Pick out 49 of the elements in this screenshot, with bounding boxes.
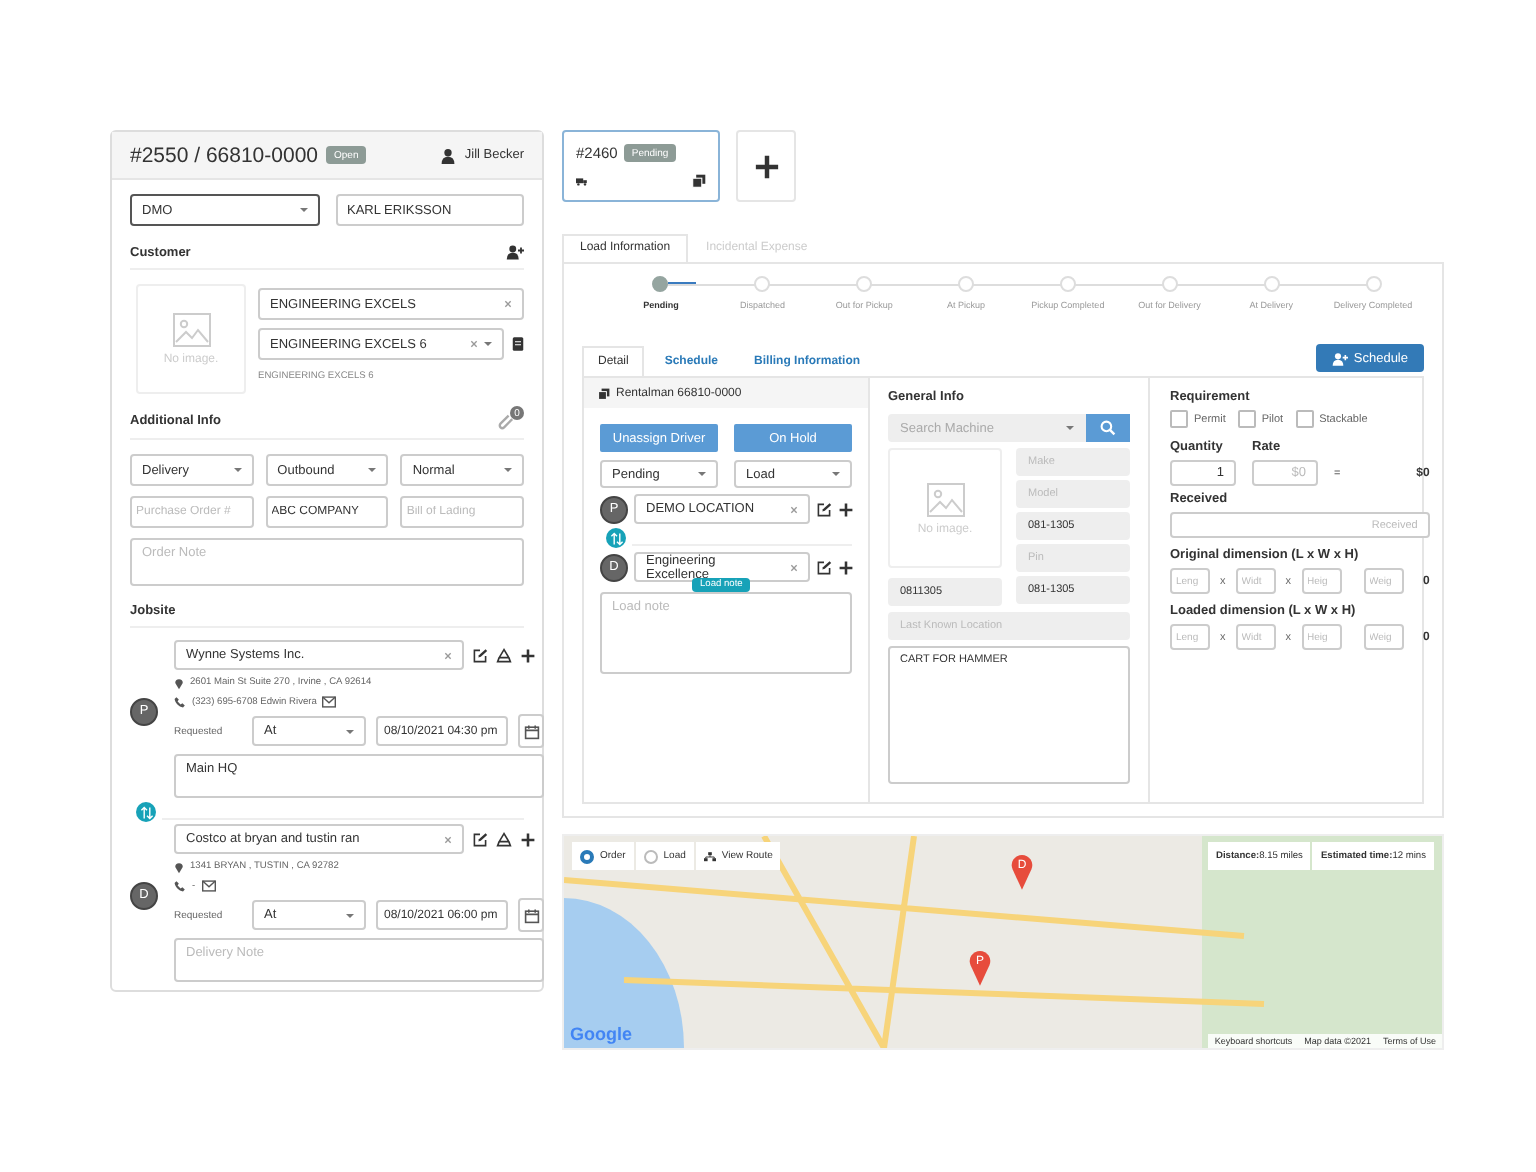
clear-icon[interactable] <box>790 505 798 513</box>
radio-button[interactable] <box>580 849 594 863</box>
document-icon[interactable] <box>512 336 524 352</box>
copy-icon[interactable] <box>692 174 706 188</box>
order-number: #2550 / 66810-0000 <box>130 143 319 167</box>
phone-icon <box>174 696 186 708</box>
map-pin-icon <box>174 860 184 874</box>
user-icon <box>440 147 457 163</box>
clear-icon[interactable] <box>504 300 512 308</box>
envelope-icon[interactable] <box>201 880 216 892</box>
edit-icon[interactable] <box>816 559 832 575</box>
clear-icon[interactable] <box>444 835 452 843</box>
edit-icon[interactable] <box>472 831 488 847</box>
plus-icon[interactable] <box>520 831 536 847</box>
radio-button[interactable] <box>643 849 658 863</box>
clear-icon[interactable] <box>444 651 452 659</box>
progress-line <box>668 282 697 284</box>
edit-icon[interactable] <box>472 647 488 663</box>
image-icon <box>925 481 965 517</box>
add-load-button[interactable] <box>736 130 796 202</box>
edit-icon[interactable] <box>816 501 832 517</box>
calendar-icon <box>523 907 539 923</box>
checkbox[interactable] <box>1170 410 1188 428</box>
search-icon <box>1100 420 1116 436</box>
swap-button[interactable] <box>606 528 626 548</box>
phone-icon <box>174 880 186 892</box>
clear-icon[interactable] <box>470 340 478 348</box>
calendar-icon <box>523 723 539 739</box>
plus-icon[interactable] <box>838 559 854 575</box>
checkbox[interactable] <box>1295 410 1314 428</box>
copy-icon <box>598 387 610 399</box>
clear-icon[interactable] <box>790 563 798 571</box>
calendar-button[interactable] <box>518 714 544 748</box>
truck-icon <box>576 177 588 185</box>
plus-icon[interactable] <box>520 647 536 663</box>
map-pin-icon <box>174 676 184 690</box>
map-logo: Google <box>570 1024 632 1044</box>
envelope-icon[interactable] <box>322 696 337 708</box>
sitemap-icon <box>703 851 716 861</box>
swap-button[interactable] <box>136 802 156 822</box>
plus-icon[interactable] <box>838 501 854 517</box>
paperclip-icon[interactable] <box>496 412 514 430</box>
add-user-icon[interactable] <box>506 244 524 260</box>
checkbox[interactable] <box>1237 410 1256 428</box>
plus-icon <box>753 153 779 179</box>
search-button[interactable] <box>1086 414 1130 442</box>
add-user-icon <box>1331 351 1348 365</box>
image-icon <box>171 312 211 348</box>
calendar-button[interactable] <box>518 898 544 932</box>
